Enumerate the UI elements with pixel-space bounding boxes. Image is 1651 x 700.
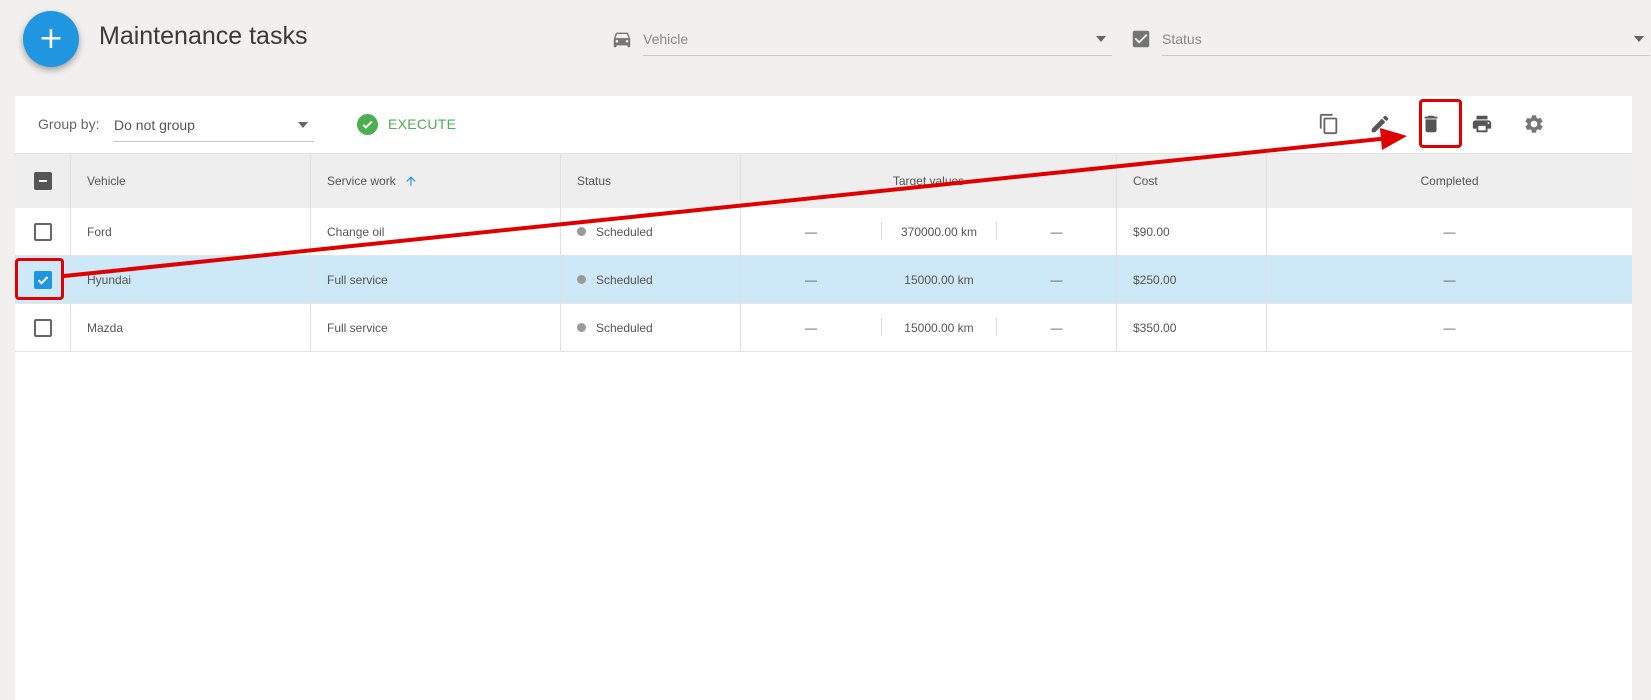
cell-cost: $250.00 (1133, 272, 1177, 287)
cell-vehicle: Hyundai (87, 272, 132, 287)
execute-label: EXECUTE (388, 116, 457, 132)
cell-target-right: — (1050, 224, 1063, 239)
cell-vehicle: Ford (87, 224, 112, 239)
copy-button[interactable] (1311, 106, 1347, 142)
checkbox-icon (1132, 30, 1150, 48)
check-circle-icon (357, 113, 378, 135)
status-dot-icon (577, 227, 586, 236)
execute-button[interactable]: EXECUTE (357, 112, 456, 136)
row-checkbox[interactable] (34, 318, 52, 337)
cell-completed: — (1443, 320, 1456, 335)
cell-target-mid: 15000.00 km (904, 320, 974, 335)
chevron-down-icon (1634, 35, 1644, 42)
chevron-down-icon (298, 121, 308, 128)
cell-target-right: — (1050, 320, 1063, 335)
cell-cost: $90.00 (1133, 224, 1170, 239)
group-by-label: Group by: (38, 116, 100, 132)
status-dot-icon (577, 323, 586, 332)
cell-target-left: — (805, 320, 817, 335)
table-row[interactable]: Mazda Full service Scheduled — 15000.00 … (15, 304, 1632, 352)
group-by-value: Do not group (114, 116, 195, 133)
row-checkbox[interactable] (34, 222, 52, 241)
table-row[interactable]: Hyundai Full service Scheduled — 15000.0… (15, 256, 1632, 304)
column-header-status[interactable]: Status (577, 154, 611, 208)
column-header-cost[interactable]: Cost (1133, 154, 1158, 208)
cell-target-mid: 370000.00 km (900, 224, 978, 239)
status-text: Scheduled (596, 320, 653, 335)
cell-cost: $350.00 (1133, 320, 1177, 335)
row-checkbox[interactable] (34, 270, 52, 289)
column-header-target-values[interactable]: Target values (741, 154, 1116, 208)
edit-icon (1371, 115, 1389, 133)
cell-service-work: Full service (327, 320, 388, 335)
cell-status: Scheduled (577, 304, 653, 351)
settings-icon (1525, 115, 1543, 133)
edit-button[interactable] (1362, 106, 1398, 142)
status-text: Scheduled (596, 272, 653, 287)
plus-icon: + (38, 21, 64, 56)
cell-target-mid: 15000.00 km (904, 272, 974, 287)
status-select[interactable]: Status (1162, 22, 1650, 56)
vehicle-filter: Vehicle (611, 22, 1112, 56)
car-icon (613, 32, 631, 48)
chevron-down-icon (1096, 35, 1106, 42)
page-title: Maintenance tasks (99, 22, 308, 50)
column-header-service-work-label: Service work (327, 174, 396, 188)
vehicle-select[interactable]: Vehicle (643, 22, 1112, 56)
status-select-placeholder: Status (1162, 30, 1202, 47)
check-icon (37, 275, 49, 285)
copy-icon (1319, 113, 1338, 135)
print-button[interactable] (1464, 106, 1500, 142)
print-icon (1472, 115, 1492, 133)
cell-service-work: Full service (327, 272, 388, 287)
minus-icon (39, 180, 47, 182)
cell-target-left: — (805, 224, 817, 239)
cell-target-left: — (805, 272, 817, 287)
cell-status: Scheduled (577, 256, 653, 303)
table-header: Vehicle Service work Status Target value… (15, 153, 1632, 208)
cell-completed: — (1443, 224, 1456, 239)
arrow-up-icon (406, 176, 416, 186)
cell-target-right: — (1050, 272, 1063, 287)
cell-status: Scheduled (577, 208, 653, 255)
column-header-vehicle[interactable]: Vehicle (87, 154, 126, 208)
tasks-card: Group by: Do not group EXECUTE Vehicle S… (15, 96, 1632, 700)
select-all-checkbox[interactable] (34, 172, 52, 190)
settings-button[interactable] (1516, 106, 1552, 142)
column-header-completed[interactable]: Completed (1267, 154, 1632, 208)
status-text: Scheduled (596, 224, 653, 239)
cell-completed: — (1443, 272, 1456, 287)
status-dot-icon (577, 275, 586, 284)
column-header-service-work[interactable]: Service work (327, 154, 418, 208)
cell-service-work: Change oil (327, 224, 385, 239)
status-filter: Status (1130, 22, 1650, 56)
add-task-button[interactable]: + (23, 11, 79, 67)
delete-button[interactable] (1413, 106, 1449, 142)
delete-icon (1424, 115, 1438, 133)
group-by-select[interactable]: Do not group (114, 108, 314, 142)
cell-vehicle: Mazda (87, 320, 124, 335)
vehicle-select-placeholder: Vehicle (643, 30, 689, 47)
toolbar: Group by: Do not group EXECUTE (15, 96, 1632, 152)
table-row[interactable]: Ford Change oil Scheduled — 370000.00 km… (15, 208, 1632, 256)
